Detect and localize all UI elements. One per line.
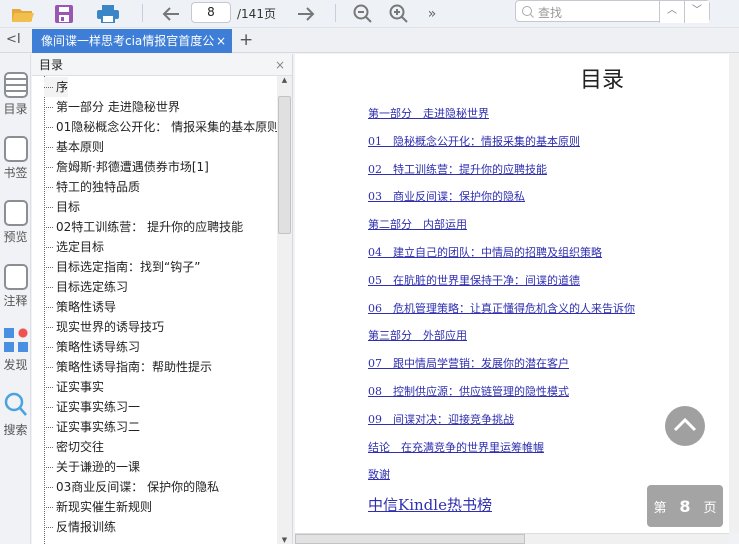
toc-item[interactable]: 第一部分 走进隐秘世界: [44, 97, 180, 117]
sidebar-label: 注释: [3, 294, 28, 308]
toc-link[interactable]: 03 商业反间谍：保护你的隐私: [368, 188, 525, 204]
toc-item[interactable]: 目标: [44, 197, 80, 217]
toc-link[interactable]: 第三部分 外部应用: [368, 327, 467, 343]
toc-item[interactable]: 基本原则: [44, 137, 104, 157]
toc-link[interactable]: 结论 在充满竞争的世界里运筹帷幄: [368, 439, 544, 455]
apps-icon: [3, 328, 28, 354]
toc-item[interactable]: 03商业反间谍： 保护你的隐私: [44, 477, 219, 497]
scrollbar-thumb[interactable]: [278, 96, 291, 234]
toc-link[interactable]: 04 建立自己的团队：中情局的招聘及组织策略: [368, 244, 602, 260]
search-next-button[interactable]: ﹀: [684, 1, 709, 23]
left-sidebar: 目录 书签 预览 注释 发现 搜索: [0, 54, 31, 544]
sidebar-label: 目录: [3, 102, 28, 116]
document-horizontal-scrollbar[interactable]: [295, 533, 729, 544]
toc-item[interactable]: 密切交往: [44, 437, 104, 457]
toc-link[interactable]: 01 隐秘概念公开化：情报采集的基本原则: [368, 133, 580, 149]
search-prev-button[interactable]: ︿: [659, 1, 684, 23]
search-icon: [522, 6, 534, 18]
more-tools-button[interactable]: »: [424, 3, 440, 25]
toc-link[interactable]: 06 危机管理策略：让真正懂得危机含义的人来告诉你: [368, 300, 635, 316]
search-icon: [4, 392, 27, 416]
toc-link[interactable]: 第一部分 走进隐秘世界: [368, 105, 489, 121]
page-number: 8: [679, 496, 691, 516]
page-number-input[interactable]: 8: [191, 2, 231, 23]
search-box[interactable]: 查找 ︿ ﹀: [515, 0, 710, 23]
sidebar-item-preview[interactable]: 预览: [0, 200, 31, 245]
bookmark-icon: [3, 136, 28, 162]
zoom-in-icon[interactable]: [388, 3, 410, 25]
page-indicator: 第8页: [647, 485, 723, 527]
toc-item[interactable]: 选定目标: [44, 237, 104, 257]
toc-header: 目录 ×: [32, 54, 292, 76]
print-icon[interactable]: [95, 3, 121, 25]
document-title: 目录: [580, 68, 625, 93]
tab-close-icon[interactable]: ×: [213, 29, 226, 53]
chevron-up-icon: [673, 417, 697, 432]
toc-item[interactable]: 策略性诱导练习: [44, 337, 140, 357]
toc-item[interactable]: 詹姆斯·邦德遭遇债券市场[1]: [44, 157, 209, 177]
toc-item[interactable]: 01隐秘概念公开化： 情报采集的基本原则: [44, 117, 277, 137]
toc-item[interactable]: 02特工训练营： 提升你的应聘技能: [44, 217, 243, 237]
note-icon: [3, 264, 28, 290]
kindle-link[interactable]: 中信Kindle热书榜: [368, 494, 492, 515]
toc-item[interactable]: 特工的独特品质: [44, 177, 140, 197]
toc-item[interactable]: 证实事实: [44, 377, 104, 397]
previous-page-arrow-icon[interactable]: [160, 3, 182, 25]
toc-item[interactable]: 证实事实练习二: [44, 417, 140, 437]
toc-item[interactable]: 新现实催生新规则: [44, 497, 152, 517]
toc-panel: 目录 × 序第一部分 走进隐秘世界 01隐秘概念公开化： 情报采集的基本原则 基本原则…: [32, 54, 293, 544]
open-folder-icon[interactable]: [10, 3, 36, 25]
toc-link[interactable]: 致谢: [368, 466, 390, 482]
toc-link[interactable]: 02 特工训练营：提升你的应聘技能: [368, 161, 547, 177]
document-page: 目录 第一部分 走进隐秘世界 01 隐秘概念公开化：情报采集的基本原则 02 特工训…: [295, 54, 729, 533]
document-vertical-scrollbar[interactable]: [729, 54, 739, 533]
sidebar-item-notes[interactable]: 注释: [0, 264, 31, 309]
toc-scrollbar[interactable]: ▲ ▼: [277, 76, 292, 544]
page-total: /141页: [237, 7, 276, 21]
toc-item[interactable]: 序: [44, 77, 69, 97]
tab-title: 像间谍一样思考cia情报官首度公: [41, 34, 215, 48]
toc-link[interactable]: 09 间谍对决：迎接竞争挑战: [368, 411, 514, 427]
sidebar-label: 发现: [3, 358, 28, 372]
collapse-sidebar-button[interactable]: <I: [6, 32, 21, 47]
sidebar-item-toc[interactable]: 目录: [0, 72, 31, 117]
next-page-arrow-icon[interactable]: [295, 3, 317, 25]
tab-bar: <I 像间谍一样思考cia情报官首度公 × +: [0, 29, 739, 53]
new-tab-button[interactable]: +: [239, 30, 253, 50]
toc-close-icon[interactable]: ×: [275, 54, 285, 76]
scroll-to-top-button[interactable]: [665, 406, 705, 446]
toc-link[interactable]: 08 控制供应源：供应链管理的隐性模式: [368, 383, 569, 399]
page-prefix: 第: [653, 500, 667, 516]
toc-item[interactable]: 策略性诱导指南：帮助性提示: [44, 357, 212, 377]
save-icon[interactable]: [52, 3, 76, 25]
toc-item[interactable]: 策略性诱导: [44, 297, 116, 317]
sidebar-label: 书签: [3, 166, 28, 180]
toc-link[interactable]: 05 在肮脏的世界里保持干净：间谍的道德: [368, 272, 580, 288]
toc-item[interactable]: 关于谦逊的一课: [44, 457, 140, 477]
toc-title: 目录: [39, 58, 64, 72]
sidebar-item-discover[interactable]: 发现: [0, 328, 31, 373]
list-icon: [3, 72, 28, 98]
toc-list: 序第一部分 走进隐秘世界 01隐秘概念公开化： 情报采集的基本原则 基本原则 詹姆斯·…: [32, 76, 277, 544]
page-suffix: 页: [703, 500, 717, 516]
toc-item[interactable]: 反情报训练: [44, 517, 116, 537]
zoom-out-icon[interactable]: [352, 3, 374, 25]
toc-item[interactable]: 证实事实练习一: [44, 397, 140, 417]
toc-link[interactable]: 第二部分 内部运用: [368, 216, 467, 232]
preview-icon: [3, 200, 28, 226]
toc-item[interactable]: 现实世界的诱导技巧: [44, 317, 164, 337]
toc-item[interactable]: 目标选定指南：找到“钩子”: [44, 257, 200, 277]
toc-item[interactable]: 目标选定练习: [44, 277, 128, 297]
sidebar-label: 预览: [3, 230, 28, 244]
sidebar-item-search[interactable]: 搜索: [0, 392, 31, 438]
sidebar-label: 搜索: [3, 423, 28, 437]
tab-document[interactable]: 像间谍一样思考cia情报官首度公 ×: [32, 29, 232, 53]
toc-link[interactable]: 07 跟中情局学营销：发展你的潜在客户: [368, 355, 569, 371]
toolbar: 8 /141页 » 查找 ︿ ﹀: [0, 0, 739, 28]
sidebar-item-bookmarks[interactable]: 书签: [0, 136, 31, 181]
search-input[interactable]: 查找: [538, 4, 562, 21]
